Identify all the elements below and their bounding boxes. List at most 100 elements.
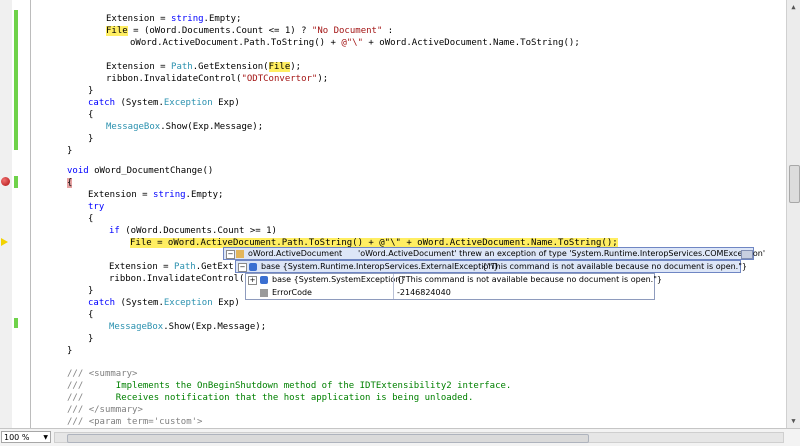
code-token: .GetExtension(	[192, 62, 269, 72]
code-line[interactable]: }	[67, 345, 72, 357]
datatip-value[interactable]: -2146824040	[397, 287, 451, 299]
code-line[interactable]: ribbon.InvalidateControl("	[109, 273, 250, 285]
code-token: Receives notification that the host appl…	[88, 393, 474, 403]
code-token: Extension =	[106, 14, 172, 24]
code-token: <param term='custom'>	[88, 417, 203, 427]
zoom-value: 100 %	[4, 433, 30, 442]
code-line[interactable]: Extension = string.Empty;	[88, 189, 223, 201]
code-line[interactable]: /// Receives notification that the host …	[67, 392, 473, 404]
code-line[interactable]: }	[88, 85, 93, 97]
code-token: Exp)	[212, 98, 240, 108]
code-token: try	[88, 202, 105, 212]
code-editor[interactable]: Extension = string.Empty; File = (oWord.D…	[0, 0, 786, 428]
datatip-name: base {System.SystemException}	[272, 275, 406, 284]
code-token: <summary>	[88, 369, 138, 379]
code-line[interactable]: Extension = Path.GetExt	[109, 261, 234, 273]
code-line[interactable]: /// <param term='custom'>	[67, 416, 202, 428]
scroll-down-icon[interactable]: ▼	[789, 416, 798, 426]
code-token: string	[171, 14, 204, 24]
code-token: MessageBox	[106, 122, 161, 132]
code-line[interactable]: }	[88, 333, 93, 345]
code-line[interactable]: }	[67, 145, 72, 157]
editor-bottom-bar: 100 % ▼	[0, 428, 800, 446]
code-line[interactable]: /// Implements the OnBeginShutdown metho…	[67, 380, 511, 392]
code-line[interactable]: oWord.ActiveDocument.Path.ToString() + @…	[130, 37, 580, 49]
column-divider	[393, 274, 394, 299]
code-token: {	[67, 178, 73, 188]
code-token: + oWord.ActiveDocument.Name.ToString();	[363, 38, 580, 48]
code-token: "ODTConvertor"	[241, 74, 318, 84]
indicator-margin[interactable]	[0, 0, 12, 428]
code-line[interactable]: void oWord_DocumentChange()	[67, 165, 213, 177]
field-icon	[249, 263, 257, 271]
code-token: (oWord.Documents.Count >= 1)	[119, 226, 277, 236]
expand-icon[interactable]: +	[248, 276, 257, 285]
pin-icon[interactable]	[741, 250, 753, 259]
code-line[interactable]: {	[88, 109, 93, 121]
scroll-up-icon[interactable]: ▲	[789, 2, 798, 12]
code-token: ribbon.InvalidateControl(	[106, 74, 242, 84]
code-line[interactable]: {	[88, 309, 93, 321]
code-token: Path	[174, 262, 196, 272]
datatip-expanded-group[interactable]: + base {System.SystemException} {"This c…	[245, 273, 662, 300]
code-token: (System.	[115, 98, 164, 108]
code-line[interactable]: /// <summary>	[67, 368, 137, 380]
code-token: {	[88, 214, 94, 224]
code-token: catch	[88, 98, 116, 108]
code-token: }	[88, 134, 94, 144]
code-line[interactable]: MessageBox.Show(Exp.Message);	[106, 121, 263, 133]
code-token: :	[382, 26, 394, 36]
code-token: Extension =	[106, 62, 172, 72]
code-line[interactable]: catch (System.Exception Exp)	[88, 97, 240, 109]
code-line[interactable]: {	[67, 177, 73, 189]
code-line[interactable]: /// </summary>	[67, 404, 143, 416]
datatip-value[interactable]: {"This command is not available because …	[397, 274, 662, 286]
breakpoint-icon[interactable]	[1, 177, 10, 186]
field-icon	[260, 276, 268, 284]
datatip-name: ErrorCode	[272, 288, 312, 297]
code-line[interactable]: ribbon.InvalidateControl("ODTConvertor")…	[106, 73, 328, 85]
vertical-scrollbar[interactable]: ▲ ▼	[786, 0, 800, 428]
datatip-row[interactable]: − oWord.ActiveDocument 'oWord.ActiveDocu…	[223, 247, 765, 260]
collapse-icon[interactable]: −	[226, 250, 235, 259]
code-token: ribbon.InvalidateControl("	[109, 274, 250, 284]
code-line[interactable]: {	[88, 213, 93, 225]
change-tracking-bar	[14, 176, 18, 188]
code-token: Extension =	[109, 262, 175, 272]
collapse-icon[interactable]: −	[238, 263, 247, 272]
vertical-scroll-thumb[interactable]	[789, 165, 800, 203]
datatip-value[interactable]: 'oWord.ActiveDocument' threw an exceptio…	[358, 248, 765, 260]
code-line[interactable]: try	[88, 201, 104, 213]
horizontal-scroll-thumb[interactable]	[67, 434, 589, 443]
code-token: oWord.ActiveDocument.Path.ToString() +	[130, 38, 342, 48]
datatip-value[interactable]: {"This command is not available because …	[482, 261, 747, 273]
zoom-dropdown[interactable]: 100 % ▼	[1, 431, 51, 443]
exception-object-icon	[236, 250, 244, 258]
code-token: .Empty;	[203, 14, 242, 24]
code-line[interactable]: catch (System.Exception Exp)	[88, 297, 240, 309]
code-token: }	[88, 286, 94, 296]
datatip-row[interactable]: − base {System.Runtime.InteropServices.E…	[235, 260, 747, 273]
code-token: string	[153, 190, 186, 200]
code-token: Path	[171, 62, 193, 72]
horizontal-scrollbar[interactable]	[54, 432, 784, 443]
chevron-down-icon[interactable]: ▼	[43, 432, 48, 444]
code-token: .Show(Exp.Message);	[163, 322, 267, 332]
code-token: (System.	[115, 298, 164, 308]
property-icon	[260, 289, 268, 297]
code-line[interactable]: if (oWord.Documents.Count >= 1)	[109, 225, 277, 237]
code-line[interactable]: MessageBox.Show(Exp.Message);	[109, 321, 266, 333]
code-token: ///	[67, 381, 89, 391]
change-tracking-bar	[14, 318, 18, 328]
code-line[interactable]: Extension = Path.GetExtension(File);	[106, 61, 301, 73]
code-token: "No Document"	[311, 26, 383, 36]
code-token: catch	[88, 298, 116, 308]
code-token: MessageBox	[109, 322, 164, 332]
code-line[interactable]: }	[88, 285, 93, 297]
code-token: ///	[67, 417, 89, 427]
code-line[interactable]: }	[88, 133, 93, 145]
code-line[interactable]: Extension = string.Empty;	[106, 13, 241, 25]
code-token: = (oWord.Documents.Count <= 1) ?	[127, 26, 312, 36]
code-token: .Show(Exp.Message);	[160, 122, 264, 132]
code-line[interactable]: File = (oWord.Documents.Count <= 1) ? "N…	[106, 25, 393, 37]
